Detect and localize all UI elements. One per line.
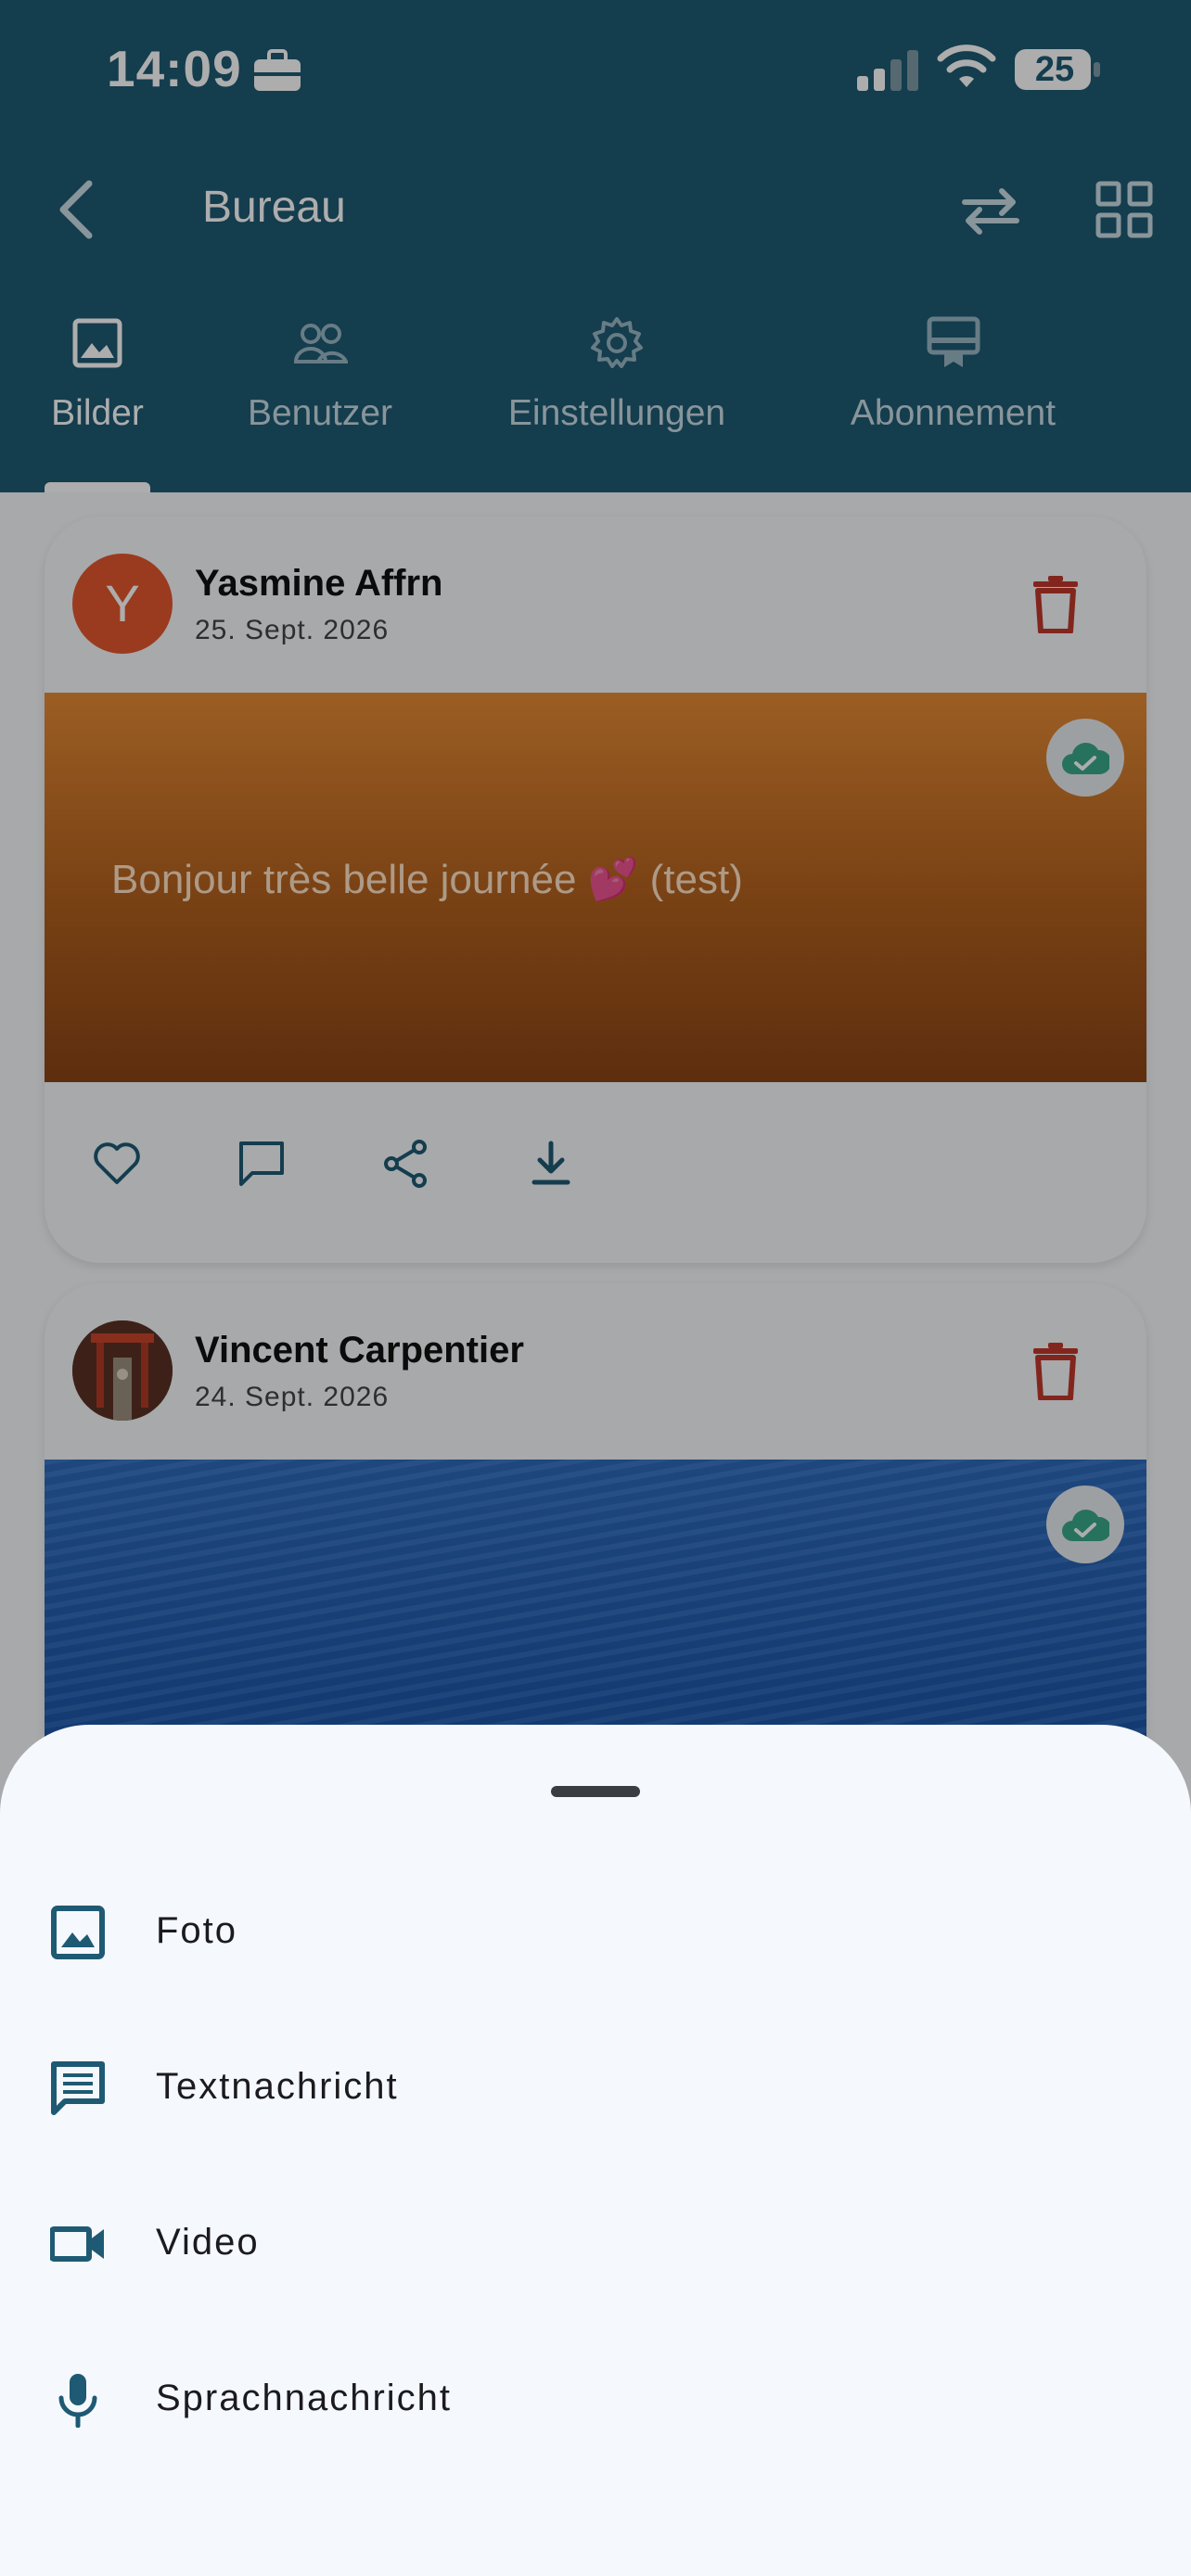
sheet-item-label: Sprachnachricht <box>156 2378 453 2418</box>
sheet-item-sprachnachricht[interactable]: Sprachnachricht <box>0 2322 1191 2478</box>
drag-handle[interactable] <box>551 1786 640 1797</box>
sheet-item-label: Video <box>156 2222 260 2263</box>
sheet-item-label: Foto <box>156 1910 238 1951</box>
sheet-item-label: Textnachricht <box>156 2066 399 2107</box>
mic-icon <box>58 2374 97 2428</box>
image-icon <box>51 1906 105 1959</box>
sheet-item-video[interactable]: Video <box>0 2166 1191 2322</box>
bottom-sheet: Foto Textnachricht Video Sprachnachricht <box>0 1725 1191 2576</box>
video-icon <box>50 2226 104 2262</box>
sheet-item-foto[interactable]: Foto <box>0 1855 1191 2010</box>
message-icon <box>51 2061 105 2115</box>
sheet-item-textnachricht[interactable]: Textnachricht <box>0 2010 1191 2166</box>
